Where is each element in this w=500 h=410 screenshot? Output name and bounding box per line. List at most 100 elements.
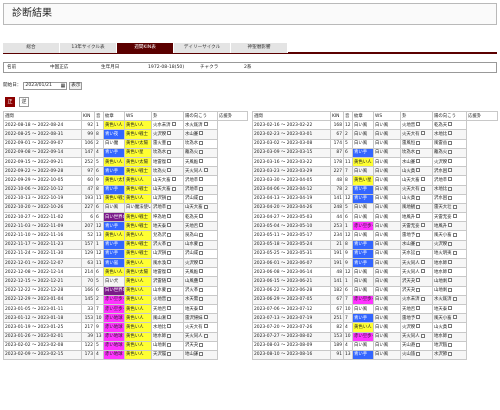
tab-13-year-cycle[interactable]: 13年サイクル表: [60, 43, 117, 53]
checkbox[interactable]: [416, 278, 421, 283]
checkbox[interactable]: [203, 315, 208, 320]
start-date-input[interactable]: 2023/01/21 ▦: [23, 81, 68, 90]
checkbox[interactable]: [448, 186, 453, 191]
checkbox[interactable]: [167, 260, 172, 265]
checkbox[interactable]: [167, 351, 172, 356]
checkbox[interactable]: [199, 177, 204, 182]
checkbox[interactable]: [416, 140, 421, 145]
checkbox[interactable]: [448, 306, 453, 311]
checkbox[interactable]: [420, 186, 425, 191]
checkbox[interactable]: [416, 342, 421, 347]
checkbox[interactable]: [203, 324, 208, 329]
checkbox[interactable]: [199, 269, 204, 274]
checkbox[interactable]: [167, 278, 172, 283]
checkbox[interactable]: [199, 131, 204, 136]
checkbox[interactable]: [199, 159, 204, 164]
checkbox[interactable]: [452, 315, 457, 320]
checkbox[interactable]: [448, 324, 453, 329]
checkbox[interactable]: [167, 214, 172, 219]
checkbox[interactable]: [203, 168, 208, 173]
checkbox[interactable]: [448, 131, 453, 136]
checkbox[interactable]: [167, 195, 172, 200]
checkbox[interactable]: [416, 195, 421, 200]
checkbox[interactable]: [416, 149, 421, 154]
checkbox[interactable]: [448, 168, 453, 173]
checkbox[interactable]: [199, 342, 204, 347]
checkbox[interactable]: [448, 260, 453, 265]
checkbox[interactable]: [448, 342, 453, 347]
checkbox[interactable]: [171, 122, 176, 127]
checkbox[interactable]: [199, 232, 204, 237]
checkbox[interactable]: [203, 204, 208, 209]
checkbox[interactable]: [420, 131, 425, 136]
checkbox[interactable]: [448, 278, 453, 283]
checkbox[interactable]: [452, 232, 457, 237]
checkbox[interactable]: [199, 287, 204, 292]
checkbox[interactable]: [448, 351, 453, 356]
checkbox[interactable]: [167, 250, 172, 255]
tab-weekly-kin[interactable]: 週間KIN表: [117, 43, 174, 53]
checkbox[interactable]: [199, 186, 204, 191]
checkbox[interactable]: [199, 278, 204, 283]
calendar-icon[interactable]: ▦: [61, 83, 66, 89]
tab-sacred-calendar[interactable]: 神聖暦影響: [231, 43, 288, 53]
checkbox[interactable]: [416, 324, 421, 329]
checkbox[interactable]: [452, 296, 457, 301]
checkbox[interactable]: [448, 140, 453, 145]
checkbox[interactable]: [420, 177, 425, 182]
checkbox[interactable]: [167, 159, 172, 164]
checkbox[interactable]: [452, 204, 457, 209]
reverse-toggle[interactable]: 逆: [19, 97, 29, 107]
checkbox[interactable]: [199, 223, 204, 228]
checkbox[interactable]: [167, 241, 172, 246]
checkbox[interactable]: [416, 351, 421, 356]
checkbox[interactable]: [167, 342, 172, 347]
checkbox[interactable]: [448, 195, 453, 200]
checkbox[interactable]: [167, 315, 172, 320]
checkbox[interactable]: [416, 204, 421, 209]
checkbox[interactable]: [448, 159, 453, 164]
show-button[interactable]: 表示: [69, 81, 83, 90]
checkbox[interactable]: [167, 149, 172, 154]
checkbox[interactable]: [452, 214, 457, 219]
checkbox[interactable]: [199, 351, 204, 356]
checkbox[interactable]: [199, 149, 204, 154]
checkbox[interactable]: [167, 306, 172, 311]
checkbox[interactable]: [199, 250, 204, 255]
checkbox[interactable]: [420, 296, 425, 301]
checkbox[interactable]: [448, 269, 453, 274]
checkbox[interactable]: [167, 296, 172, 301]
checkbox[interactable]: [416, 315, 421, 320]
checkbox[interactable]: [199, 214, 204, 219]
checkbox[interactable]: [199, 296, 204, 301]
checkbox[interactable]: [199, 140, 204, 145]
checkbox[interactable]: [171, 177, 176, 182]
checkbox[interactable]: [167, 324, 172, 329]
checkbox[interactable]: [167, 168, 172, 173]
checkbox[interactable]: [420, 260, 425, 265]
tab-daily-cycle[interactable]: デイリーサイクル: [174, 43, 231, 53]
checkbox[interactable]: [167, 333, 172, 338]
checkbox[interactable]: [416, 250, 421, 255]
checkbox[interactable]: [167, 131, 172, 136]
checkbox[interactable]: [416, 168, 421, 173]
checkbox[interactable]: [167, 269, 172, 274]
checkbox[interactable]: [167, 287, 172, 292]
checkbox[interactable]: [203, 333, 208, 338]
checkbox[interactable]: [420, 269, 425, 274]
checkbox[interactable]: [448, 333, 453, 338]
checkbox[interactable]: [448, 149, 453, 154]
checkbox[interactable]: [448, 223, 453, 228]
checkbox[interactable]: [199, 306, 204, 311]
checkbox[interactable]: [420, 333, 425, 338]
checkbox[interactable]: [448, 241, 453, 246]
checkbox[interactable]: [448, 122, 453, 127]
checkbox[interactable]: [167, 232, 172, 237]
checkbox[interactable]: [452, 250, 457, 255]
checkbox[interactable]: [167, 204, 172, 209]
checkbox[interactable]: [416, 306, 421, 311]
checkbox[interactable]: [167, 140, 172, 145]
checkbox[interactable]: [416, 159, 421, 164]
checkbox[interactable]: [167, 223, 172, 228]
checkbox[interactable]: [416, 287, 421, 292]
